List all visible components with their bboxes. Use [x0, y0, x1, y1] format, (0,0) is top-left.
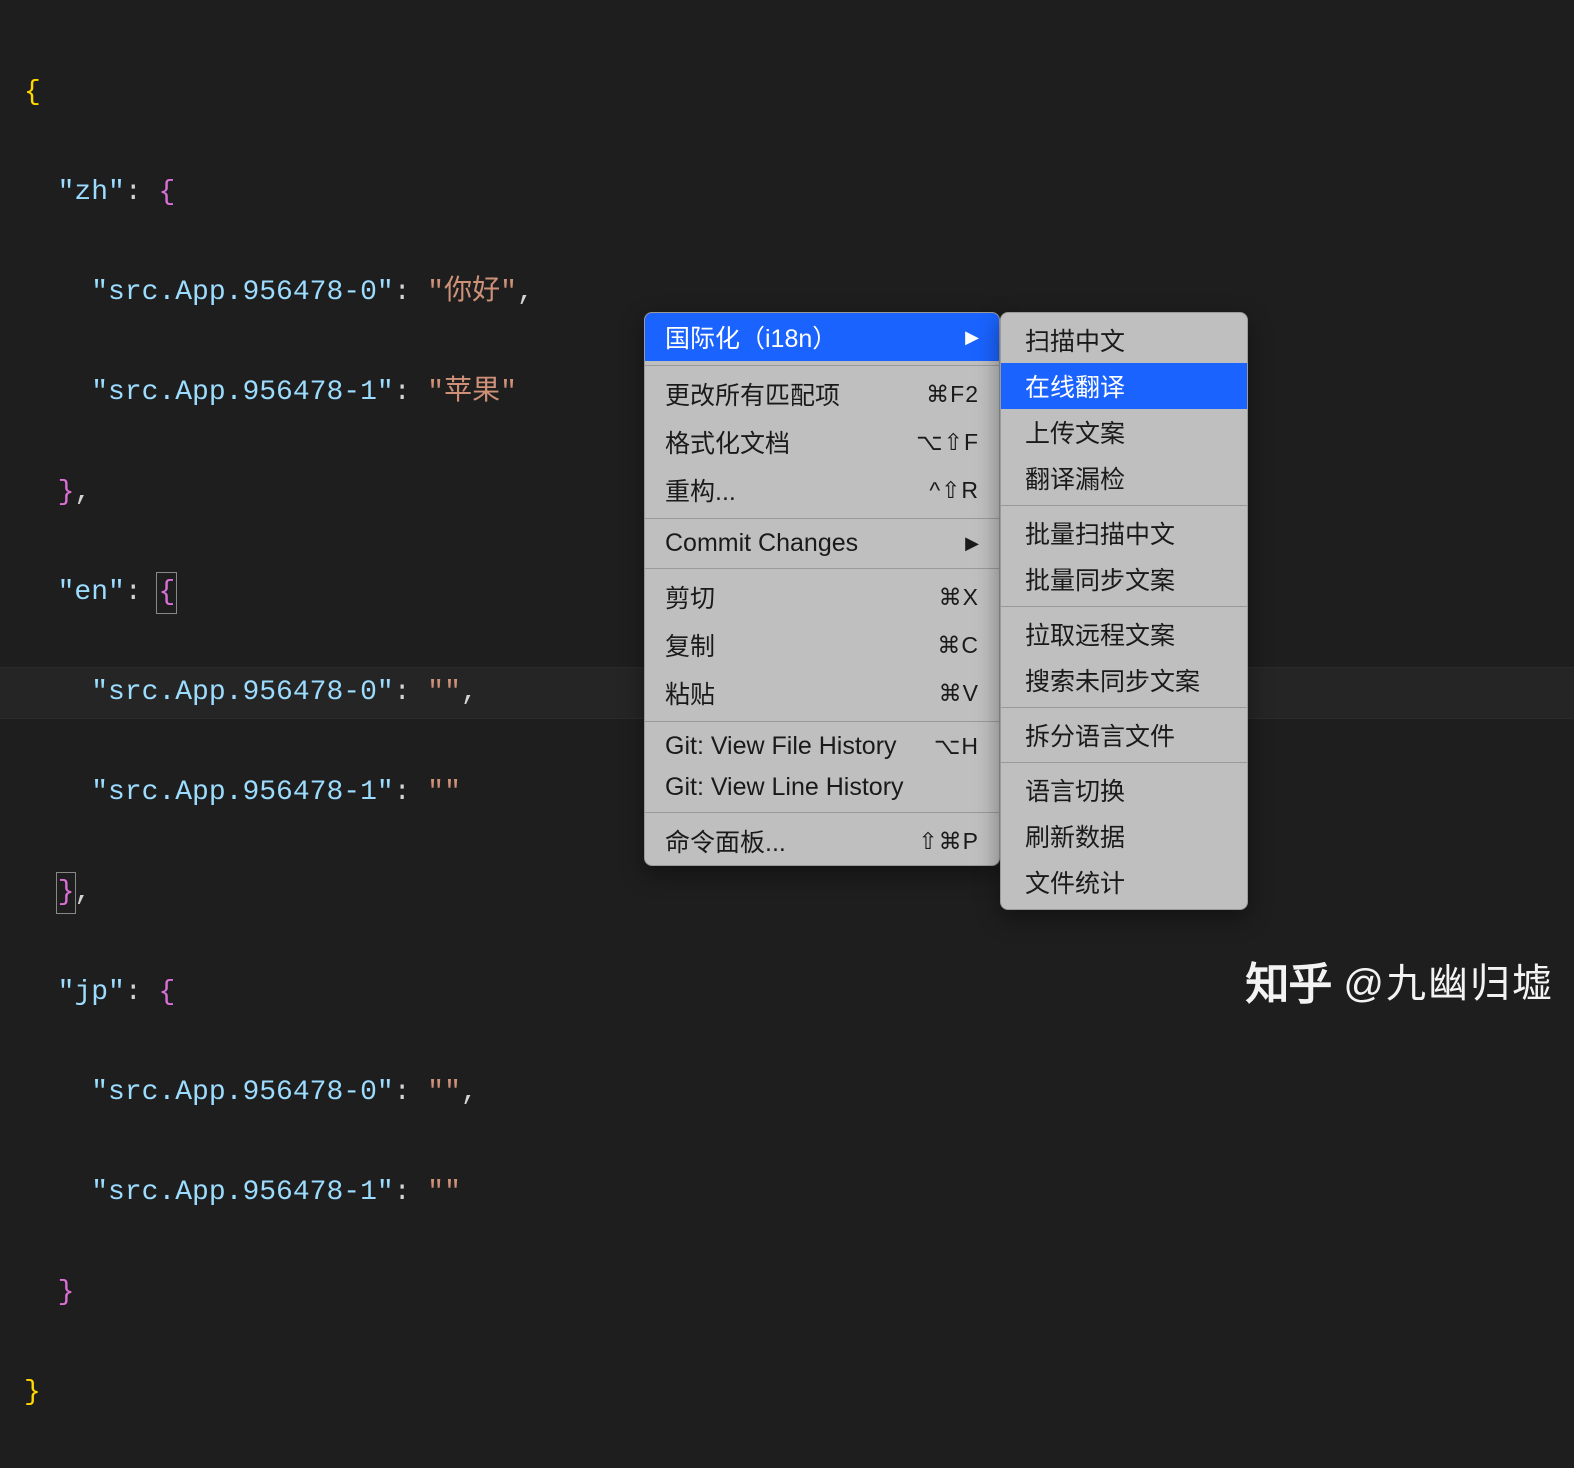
brace-close: }: [24, 1377, 41, 1408]
menu-item-label: 命令面板...: [665, 823, 786, 859]
chevron-right-icon: ▶: [965, 327, 979, 348]
menu-item[interactable]: 格式化文档 ⌥⇧F: [645, 418, 999, 466]
submenu-item-label: 拆分语言文件: [1025, 717, 1175, 753]
context-submenu[interactable]: 扫描中文在线翻译上传文案翻译漏检批量扫描中文批量同步文案拉取远程文案搜索未同步文…: [1000, 312, 1248, 910]
submenu-item[interactable]: 语言切换: [1001, 767, 1247, 813]
menu-separator: [1001, 606, 1247, 607]
menu-item[interactable]: 剪切 ⌘X: [645, 573, 999, 621]
menu-shortcut: ⌘X: [939, 584, 979, 611]
submenu-item[interactable]: 搜索未同步文案: [1001, 657, 1247, 703]
menu-item[interactable]: Commit Changes ▶: [645, 523, 999, 564]
submenu-item[interactable]: 文件统计: [1001, 859, 1247, 905]
submenu-item[interactable]: 批量扫描中文: [1001, 510, 1247, 556]
json-string: "": [427, 777, 461, 808]
brace-open: {: [24, 77, 41, 108]
menu-shortcut: ^⇧R: [929, 477, 979, 504]
submenu-item-label: 批量扫描中文: [1025, 515, 1175, 551]
menu-separator: [645, 812, 999, 813]
submenu-item[interactable]: 扫描中文: [1001, 317, 1247, 363]
menu-item-label: Commit Changes: [665, 529, 858, 558]
menu-item[interactable]: 粘贴 ⌘V: [645, 669, 999, 717]
menu-item[interactable]: 复制 ⌘C: [645, 621, 999, 669]
menu-shortcut: ⌘V: [939, 680, 979, 707]
menu-item[interactable]: 更改所有匹配项 ⌘F2: [645, 370, 999, 418]
submenu-item-label: 文件统计: [1025, 864, 1125, 900]
json-key: "src.App.956478-1": [91, 1177, 393, 1208]
menu-separator: [1001, 762, 1247, 763]
menu-separator: [645, 568, 999, 569]
submenu-item-label: 扫描中文: [1025, 322, 1125, 358]
submenu-item[interactable]: 翻译漏检: [1001, 455, 1247, 501]
menu-item-label: Git: View Line History: [665, 773, 904, 802]
json-key: "jp": [58, 977, 125, 1008]
menu-separator: [1001, 707, 1247, 708]
menu-item-label: 粘贴: [665, 675, 715, 711]
submenu-item[interactable]: 刷新数据: [1001, 813, 1247, 859]
submenu-item-label: 语言切换: [1025, 772, 1125, 808]
submenu-item[interactable]: 拆分语言文件: [1001, 712, 1247, 758]
zhihu-logo: 知乎: [1245, 948, 1331, 1012]
menu-item-label: 复制: [665, 627, 715, 663]
submenu-item[interactable]: 批量同步文案: [1001, 556, 1247, 602]
submenu-item-label: 刷新数据: [1025, 818, 1125, 854]
menu-item-label: 更改所有匹配项: [665, 376, 840, 412]
menu-shortcut: ⌥⇧F: [916, 429, 979, 456]
submenu-item-label: 搜索未同步文案: [1025, 662, 1200, 698]
submenu-item-label: 批量同步文案: [1025, 561, 1175, 597]
chevron-right-icon: ▶: [965, 533, 979, 554]
watermark: 知乎 @九幽归墟: [1245, 948, 1554, 1012]
json-key: "src.App.956478-1": [91, 377, 393, 408]
menu-item[interactable]: Git: View File History ⌥H: [645, 726, 999, 767]
submenu-item-label: 上传文案: [1025, 414, 1125, 450]
menu-item-label: 国际化（i18n）: [665, 319, 837, 355]
json-string: "": [427, 677, 461, 708]
submenu-item[interactable]: 拉取远程文案: [1001, 611, 1247, 657]
menu-item[interactable]: 重构... ^⇧R: [645, 466, 999, 514]
json-key: "zh": [58, 177, 125, 208]
menu-shortcut: ⌥H: [934, 733, 979, 760]
menu-separator: [645, 365, 999, 366]
json-string: "": [427, 1177, 461, 1208]
json-key: "en": [58, 577, 125, 608]
submenu-item[interactable]: 在线翻译: [1001, 363, 1247, 409]
watermark-text: @九幽归墟: [1343, 951, 1554, 1009]
json-string: "你好": [427, 277, 517, 308]
menu-separator: [645, 721, 999, 722]
menu-separator: [645, 518, 999, 519]
json-key: "src.App.956478-1": [91, 777, 393, 808]
json-key: "src.App.956478-0": [91, 1077, 393, 1108]
context-menu[interactable]: 国际化（i18n） ▶ 更改所有匹配项 ⌘F2 格式化文档 ⌥⇧F 重构... ^⇧R Comm…: [644, 312, 1000, 866]
menu-shortcut: ⌘F2: [926, 381, 979, 408]
menu-item-label: 重构...: [665, 472, 736, 508]
menu-item[interactable]: 命令面板... ⇧⌘P: [645, 817, 999, 865]
menu-item-label: 格式化文档: [665, 424, 790, 460]
json-string: "": [427, 1077, 461, 1108]
json-string: "苹果": [427, 377, 517, 408]
menu-item-label: Git: View File History: [665, 732, 897, 761]
menu-shortcut: ⇧⌘P: [918, 828, 979, 855]
json-key: "src.App.956478-0": [91, 277, 393, 308]
json-key: "src.App.956478-0": [91, 677, 393, 708]
submenu-item[interactable]: 上传文案: [1001, 409, 1247, 455]
menu-item[interactable]: 国际化（i18n） ▶: [645, 313, 999, 361]
submenu-item-label: 在线翻译: [1025, 368, 1125, 404]
submenu-item-label: 翻译漏检: [1025, 460, 1125, 496]
menu-item[interactable]: Git: View Line History: [645, 767, 999, 808]
menu-shortcut: ⌘C: [937, 632, 979, 659]
menu-separator: [1001, 505, 1247, 506]
submenu-item-label: 拉取远程文案: [1025, 616, 1175, 652]
menu-item-label: 剪切: [665, 579, 715, 615]
